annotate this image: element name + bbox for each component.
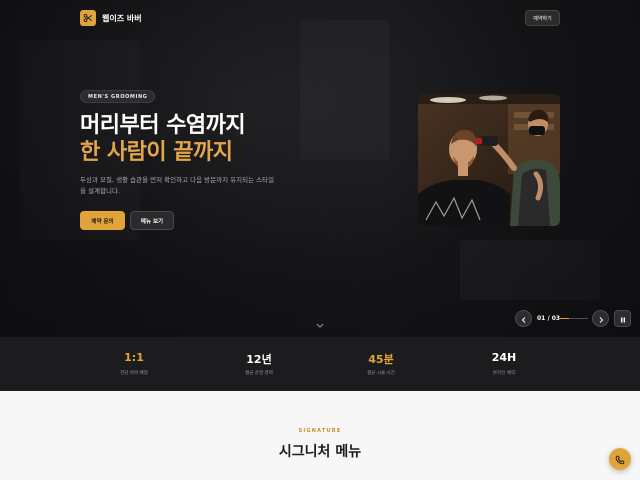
hero-photo bbox=[418, 94, 560, 226]
menu-button[interactable]: 메뉴 보기 bbox=[130, 211, 174, 230]
next-slide-button[interactable] bbox=[592, 310, 609, 327]
pause-button[interactable] bbox=[614, 310, 631, 327]
phone-icon bbox=[615, 450, 625, 469]
pause-icon bbox=[619, 309, 627, 328]
scissors-icon bbox=[80, 10, 96, 26]
stat-label: 온라인 예약 bbox=[492, 371, 516, 376]
signature-eyebrow: SIGNATURE bbox=[298, 428, 342, 434]
slide-progress-track bbox=[560, 318, 588, 319]
hero-description: 두상과 모질, 생활 습관을 먼저 확인하고 다음 방문까지 유지되는 스타일을… bbox=[80, 176, 275, 195]
chevron-right-icon bbox=[597, 309, 605, 328]
stat-value: 24H bbox=[491, 351, 517, 364]
hero-badge: MEN'S GROOMING bbox=[80, 90, 156, 103]
hero-section: 웹이즈 바버 예약하기 MEN'S GROOMING 머리부터 수염까지 한 사… bbox=[0, 0, 640, 337]
brand-logo[interactable]: 웹이즈 바버 bbox=[80, 10, 142, 26]
stats-bar: 1:1 전담 바버 배정 12년 평균 운영 경력 45분 평균 시술 시간 2… bbox=[0, 337, 640, 391]
slide-progress-fill bbox=[560, 318, 570, 319]
slide-counter: 01 / 03 bbox=[537, 315, 561, 322]
inquiry-button[interactable]: 예약 문의 bbox=[80, 211, 125, 230]
chevron-down-icon[interactable] bbox=[314, 316, 326, 328]
prev-slide-button[interactable] bbox=[515, 310, 532, 327]
stat-item: 24H 온라인 예약 bbox=[424, 337, 584, 391]
brand-name: 웹이즈 바버 bbox=[102, 13, 142, 23]
header-reserve-button[interactable]: 예약하기 bbox=[525, 10, 560, 26]
hero-title-line1: 머리부터 수염까지 bbox=[80, 113, 246, 138]
signature-title: 시그니처 메뉴 bbox=[278, 444, 362, 460]
hero-title-line2: 한 사람이 끝까지 bbox=[80, 140, 233, 165]
call-button[interactable] bbox=[609, 448, 631, 470]
chevron-left-icon bbox=[520, 309, 528, 328]
